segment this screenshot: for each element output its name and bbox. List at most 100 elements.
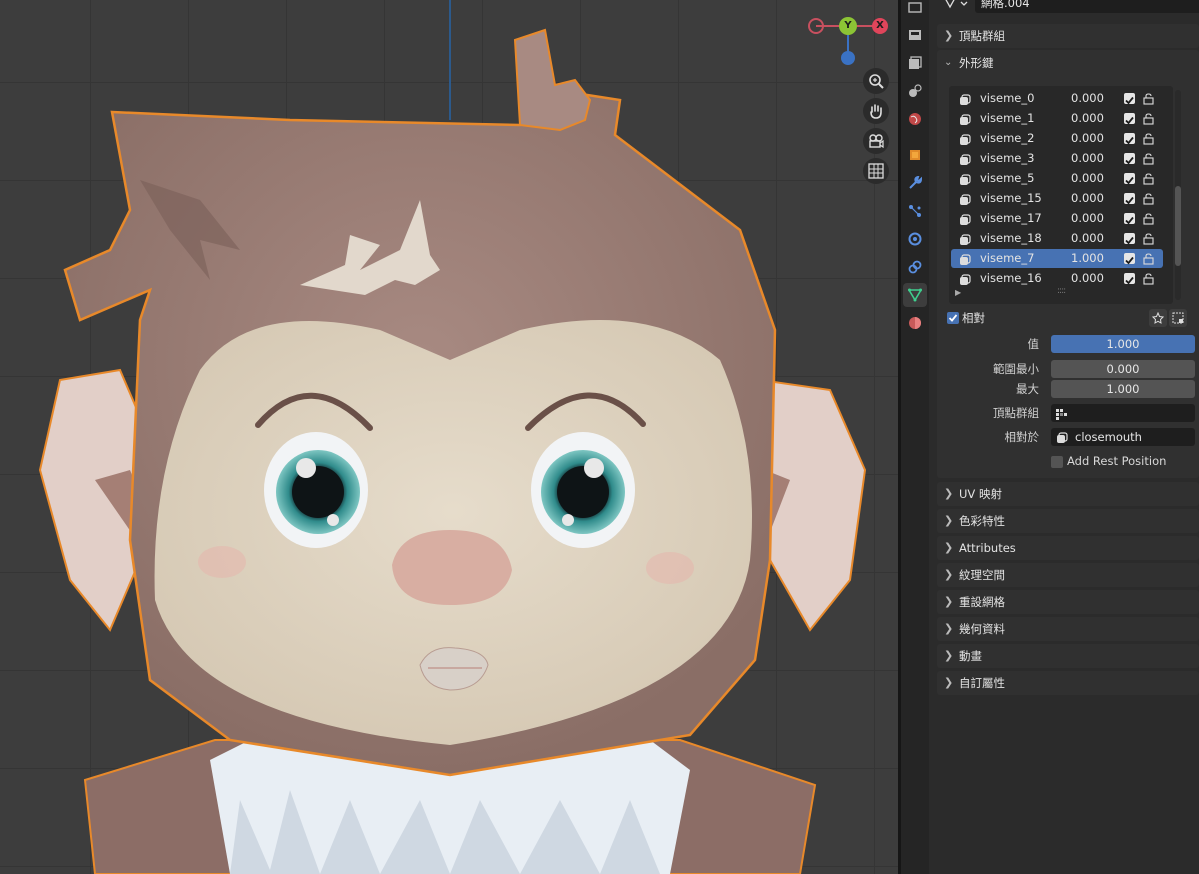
shape-key-mute-checkbox[interactable] xyxy=(1124,273,1135,285)
mesh-data-icon[interactable] xyxy=(943,0,969,14)
shape-key-name[interactable]: viseme_16 xyxy=(980,269,1042,288)
render-icon[interactable] xyxy=(903,0,927,19)
relative-to-field[interactable]: closemouth xyxy=(1051,428,1195,446)
shape-key-mute-checkbox[interactable] xyxy=(1124,133,1135,145)
vertex-group-field[interactable] xyxy=(1051,404,1195,422)
shape-key-value[interactable]: 0.000 xyxy=(1071,149,1104,168)
shape-key-row[interactable]: viseme_17 0.000 xyxy=(951,209,1163,228)
shape-key-value[interactable]: 0.000 xyxy=(1071,129,1104,148)
shape-key-name[interactable]: viseme_3 xyxy=(980,149,1034,168)
shape-key-name[interactable]: viseme_18 xyxy=(980,229,1042,248)
shape-key-row[interactable]: viseme_2 0.000 xyxy=(951,129,1163,148)
shape-key-icon xyxy=(959,233,971,245)
range-min-field[interactable]: 0.000 xyxy=(1051,360,1195,378)
shape-key-mute-checkbox[interactable] xyxy=(1124,233,1135,245)
shape-key-name[interactable]: viseme_0 xyxy=(980,89,1034,108)
panel-shape-keys: ⌄ 外形鍵 viseme_0 0.000 viseme_1 0.000 viseme_2… xyxy=(937,50,1199,478)
shape-key-value[interactable]: 0.000 xyxy=(1071,109,1104,128)
shape-key-row[interactable]: viseme_15 0.000 xyxy=(951,189,1163,208)
shape-key-value[interactable]: 0.000 xyxy=(1071,89,1104,108)
y-axis-label[interactable]: Y xyxy=(839,17,857,35)
world-icon[interactable] xyxy=(903,107,927,131)
scene-icon[interactable] xyxy=(903,79,927,103)
chevron-right-icon: ❯ xyxy=(944,622,954,635)
panel-collapsed[interactable]: ❯ 動畫 xyxy=(937,644,1199,668)
constraints-icon[interactable] xyxy=(903,255,927,279)
panel-collapsed[interactable]: ❯ 重設網格 xyxy=(937,590,1199,614)
list-scrollbar[interactable] xyxy=(1175,90,1181,300)
shape-key-icon xyxy=(959,133,971,145)
relative-to-value: closemouth xyxy=(1075,430,1142,444)
hand-pan-icon[interactable] xyxy=(863,98,889,124)
output-icon[interactable] xyxy=(903,23,927,47)
mesh-data-header: 網格.004 xyxy=(935,0,1199,14)
data-icon[interactable] xyxy=(903,283,927,307)
shape-keys-header[interactable]: ⌄ 外形鍵 xyxy=(937,50,1199,76)
modifier-icon[interactable] xyxy=(903,171,927,195)
shape-key-pin-button[interactable] xyxy=(1149,309,1167,327)
shape-key-value[interactable]: 0.000 xyxy=(1071,269,1104,288)
panel-collapsed[interactable]: ❯ UV 映射 xyxy=(937,482,1199,506)
shape-key-row[interactable]: viseme_0 0.000 xyxy=(951,89,1163,108)
chevron-right-icon: ❯ xyxy=(944,568,954,581)
shape-key-name[interactable]: viseme_7 xyxy=(980,249,1034,268)
shape-key-value[interactable]: 0.000 xyxy=(1071,169,1104,188)
vertex-group-label: 頂點群組 xyxy=(993,406,1039,420)
camera-icon[interactable] xyxy=(863,128,889,154)
panel-collapsed[interactable]: ❯ Attributes xyxy=(937,536,1199,560)
axis-gizmo[interactable]: Y X xyxy=(806,10,892,66)
shape-key-value[interactable]: 1.000 xyxy=(1071,249,1104,268)
x-axis-label[interactable]: X xyxy=(872,18,888,34)
shape-key-name[interactable]: viseme_2 xyxy=(980,129,1034,148)
shape-key-mute-checkbox[interactable] xyxy=(1124,253,1135,265)
vertex-group-icon xyxy=(1055,407,1067,425)
panel-collapsed[interactable]: ❯ 自訂屬性 xyxy=(937,671,1199,695)
shape-key-mute-checkbox[interactable] xyxy=(1124,93,1135,105)
shape-key-mute-checkbox[interactable] xyxy=(1124,213,1135,225)
shape-key-value[interactable]: 0.000 xyxy=(1071,189,1104,208)
panel-title: 紋理空間 xyxy=(959,568,1005,582)
mesh-name-field[interactable]: 網格.004 xyxy=(975,0,1199,13)
expand-filter-icon[interactable]: ▶ xyxy=(955,288,961,297)
chevron-right-icon: ❯ xyxy=(944,676,954,689)
shape-key-list[interactable]: viseme_0 0.000 viseme_1 0.000 viseme_2 0.000 v… xyxy=(949,86,1173,304)
shape-key-value[interactable]: 0.000 xyxy=(1071,209,1104,228)
shape-key-name[interactable]: viseme_1 xyxy=(980,109,1034,128)
panel-collapsed[interactable]: ❯ 幾何資料 xyxy=(937,617,1199,641)
shape-key-row[interactable]: viseme_1 0.000 xyxy=(951,109,1163,128)
shape-key-name[interactable]: viseme_15 xyxy=(980,189,1042,208)
add-rest-position-checkbox[interactable] xyxy=(1051,456,1063,468)
panel-collapsed[interactable]: ❯ 色彩特性 xyxy=(937,509,1199,533)
shape-key-mute-checkbox[interactable] xyxy=(1124,173,1135,185)
shape-key-name[interactable]: viseme_17 xyxy=(980,209,1042,228)
resize-handle[interactable]: :::: xyxy=(1057,286,1066,296)
relative-to-label: 相對於 xyxy=(1004,430,1040,444)
shape-key-row[interactable]: viseme_7 1.000 xyxy=(951,249,1163,268)
shape-key-mute-checkbox[interactable] xyxy=(1124,153,1135,165)
particles-icon[interactable] xyxy=(903,199,927,223)
material-icon[interactable] xyxy=(903,311,927,335)
grid-icon[interactable] xyxy=(863,158,889,184)
unlock-icon[interactable] xyxy=(1143,272,1155,291)
shape-key-name[interactable]: viseme_5 xyxy=(980,169,1034,188)
physics-icon[interactable] xyxy=(903,227,927,251)
shape-key-row[interactable]: viseme_18 0.000 xyxy=(951,229,1163,248)
chevron-right-icon: ❯ xyxy=(944,29,954,42)
value-slider[interactable]: 1.000 xyxy=(1051,335,1195,353)
value-label: 值 xyxy=(1027,337,1040,351)
shape-key-mute-checkbox[interactable] xyxy=(1124,193,1135,205)
shape-key-row[interactable]: viseme_5 0.000 xyxy=(951,169,1163,188)
shape-key-value[interactable]: 0.000 xyxy=(1071,229,1104,248)
edit-mode-toggle[interactable] xyxy=(1169,309,1187,327)
shape-key-row[interactable]: viseme_3 0.000 xyxy=(951,149,1163,168)
3d-viewport[interactable]: Y X xyxy=(0,0,898,874)
view-layer-icon[interactable] xyxy=(903,51,927,75)
object-icon[interactable] xyxy=(903,143,927,167)
zoom-icon[interactable] xyxy=(863,68,889,94)
relative-checkbox[interactable] xyxy=(947,312,959,324)
panel-vertex-groups[interactable]: ❯ 頂點群組 xyxy=(937,24,1199,48)
shape-key-mute-checkbox[interactable] xyxy=(1124,113,1135,125)
range-max-field[interactable]: 1.000 xyxy=(1051,380,1195,398)
shape-key-icon xyxy=(959,113,971,125)
panel-collapsed[interactable]: ❯ 紋理空間 xyxy=(937,563,1199,587)
